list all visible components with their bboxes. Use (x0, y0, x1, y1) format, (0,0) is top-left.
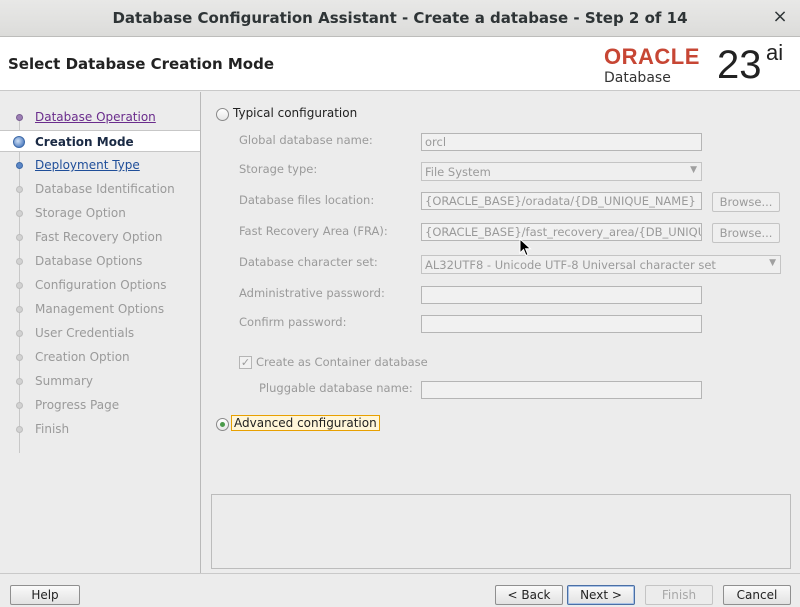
nav-step-label: Deployment Type (35, 158, 140, 172)
nav-step-user-credentials: User Credentials (0, 322, 200, 344)
nav-step-label: Creation Mode (35, 135, 134, 149)
nav-step-label: Management Options (35, 302, 165, 316)
charset-label: Database character set: (239, 255, 378, 269)
storage-type-value: File System (425, 165, 491, 179)
logo-product: Database (604, 70, 671, 86)
container-db-label: Create as Container database (256, 355, 428, 369)
step-indicator-icon (16, 306, 23, 313)
logo-suffix: ai (766, 40, 784, 65)
nav-step-database-operation[interactable]: Database Operation (0, 106, 200, 128)
step-indicator-icon (16, 186, 23, 193)
nav-step-storage-option: Storage Option (0, 202, 200, 224)
advanced-config-radio[interactable] (216, 418, 229, 431)
confirm-password-field[interactable] (421, 315, 702, 333)
nav-step-database-identification: Database Identification (0, 178, 200, 200)
help-button[interactable]: Help (10, 585, 80, 605)
storage-type-label: Storage type: (239, 162, 318, 176)
logo-version: 23 (717, 43, 762, 87)
nav-step-label: Database Options (35, 254, 143, 268)
global-db-name-label: Global database name: (239, 133, 373, 147)
chevron-down-icon: ▼ (690, 165, 697, 175)
nav-step-fast-recovery-option: Fast Recovery Option (0, 226, 200, 248)
nav-step-label: User Credentials (35, 326, 135, 340)
finish-button[interactable]: Finish (645, 585, 713, 605)
global-db-name-field[interactable]: orcl (421, 133, 702, 151)
description-panel (211, 494, 791, 569)
step-indicator-icon (16, 426, 23, 433)
page-header: Select Database Creation Mode ORACLE Dat… (0, 37, 800, 91)
nav-step-label: Finish (35, 422, 70, 436)
step-indicator-icon (13, 136, 25, 148)
step-indicator-icon (16, 402, 23, 409)
fra-browse-button[interactable]: Browse... (712, 223, 780, 243)
next-button[interactable]: Next > (567, 585, 635, 605)
close-icon[interactable]: × (770, 7, 790, 27)
button-bar: Help < Back Next > Finish Cancel (0, 573, 800, 607)
window-title: Database Configuration Assistant - Creat… (112, 9, 688, 27)
nav-step-label: Configuration Options (35, 278, 167, 292)
nav-step-management-options: Management Options (0, 298, 200, 320)
nav-step-label: Progress Page (35, 398, 120, 412)
logo-brand: ORACLE (604, 44, 700, 69)
db-files-location-label: Database files location: (239, 193, 375, 207)
nav-step-label: Fast Recovery Option (35, 230, 163, 244)
nav-step-label: Creation Option (35, 350, 130, 364)
title-bar: Database Configuration Assistant - Creat… (0, 0, 800, 37)
nav-step-finish: Finish (0, 418, 200, 440)
typical-config-radio[interactable] (216, 108, 229, 121)
container-db-checkbox[interactable]: ✓ (239, 356, 252, 369)
step-navigation: Database Operation Creation Mode Deploymen… (0, 92, 201, 573)
admin-password-field[interactable] (421, 286, 702, 304)
typical-config-label[interactable]: Typical configuration (233, 106, 357, 120)
mouse-pointer-icon (519, 238, 532, 257)
nav-step-label: Summary (35, 374, 93, 388)
step-indicator-icon (16, 378, 23, 385)
main-content: Typical configuration Global database na… (202, 92, 800, 573)
oracle-logo: ORACLE Database 23 ai (604, 40, 794, 89)
chevron-down-icon: ▼ (769, 258, 776, 268)
page-title: Select Database Creation Mode (8, 55, 274, 73)
nav-step-configuration-options: Configuration Options (0, 274, 200, 296)
confirm-password-label: Confirm password: (239, 315, 347, 329)
back-button[interactable]: < Back (495, 585, 563, 605)
step-indicator-icon (16, 330, 23, 337)
pdb-name-label: Pluggable database name: (259, 381, 413, 395)
charset-select[interactable]: AL32UTF8 - Unicode UTF-8 Universal chara… (421, 255, 781, 274)
nav-step-creation-option: Creation Option (0, 346, 200, 368)
step-indicator-icon (16, 258, 23, 265)
step-indicator-icon (16, 282, 23, 289)
db-files-location-field[interactable]: {ORACLE_BASE}/oradata/{DB_UNIQUE_NAME} (421, 192, 702, 210)
step-indicator-icon (16, 234, 23, 241)
charset-value: AL32UTF8 - Unicode UTF-8 Universal chara… (425, 258, 716, 272)
nav-step-label: Storage Option (35, 206, 126, 220)
nav-step-database-options: Database Options (0, 250, 200, 272)
step-indicator-icon (16, 114, 23, 121)
nav-step-creation-mode[interactable]: Creation Mode (0, 130, 200, 152)
pdb-name-field[interactable] (421, 381, 702, 399)
fra-label: Fast Recovery Area (FRA): (239, 224, 388, 238)
step-indicator-icon (16, 354, 23, 361)
admin-password-label: Administrative password: (239, 286, 385, 300)
cancel-button[interactable]: Cancel (723, 585, 791, 605)
fra-field[interactable]: {ORACLE_BASE}/fast_recovery_area/{DB_UNI… (421, 223, 702, 241)
nav-step-label: Database Operation (35, 110, 156, 124)
advanced-config-label[interactable]: Advanced configuration (231, 415, 380, 431)
nav-step-summary: Summary (0, 370, 200, 392)
storage-type-select[interactable]: File System ▼ (421, 162, 702, 181)
nav-step-deployment-type[interactable]: Deployment Type (0, 154, 200, 176)
step-indicator-icon (16, 210, 23, 217)
nav-step-progress-page: Progress Page (0, 394, 200, 416)
nav-step-label: Database Identification (35, 182, 175, 196)
step-indicator-icon (16, 162, 23, 169)
db-files-browse-button[interactable]: Browse... (712, 192, 780, 212)
